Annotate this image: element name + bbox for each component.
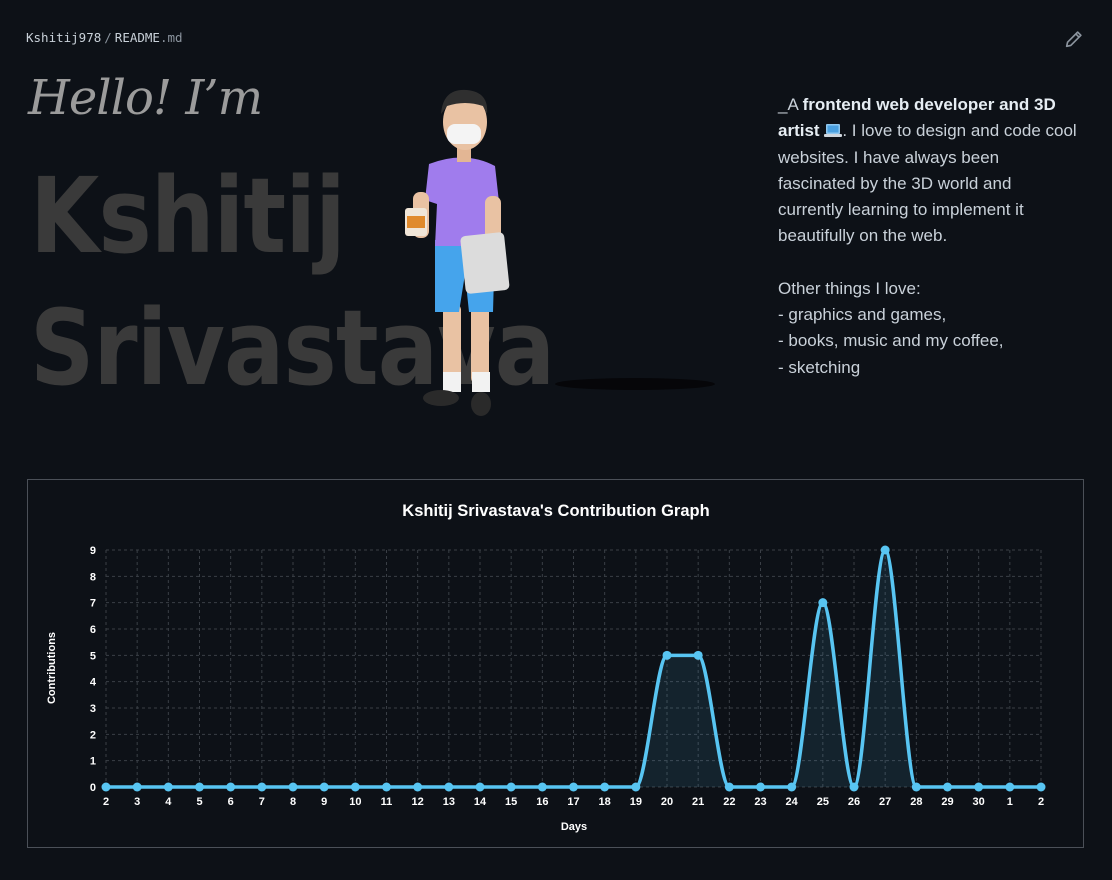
x-tick-label: 17: [567, 796, 579, 808]
data-point[interactable]: [1005, 782, 1015, 792]
data-point[interactable]: [693, 650, 703, 660]
x-tick-label: 27: [879, 796, 891, 808]
x-tick-label: 2: [1038, 796, 1044, 808]
x-tick-label: 2: [103, 796, 109, 808]
x-tick-label: 15: [505, 796, 517, 808]
x-tick-label: 30: [973, 796, 985, 808]
x-tick-label: 3: [134, 796, 140, 808]
bio-prefix: _A: [778, 95, 803, 114]
y-tick-label: 4: [90, 677, 97, 689]
loves-title: Other things I love:: [778, 278, 921, 298]
x-tick-label: 1: [1007, 796, 1013, 808]
pencil-icon[interactable]: [1063, 28, 1085, 50]
data-point[interactable]: [132, 782, 142, 792]
x-tick-label: 5: [196, 796, 202, 808]
x-tick-label: 14: [474, 796, 487, 808]
x-axis-label: Days: [561, 821, 587, 833]
data-point[interactable]: [382, 782, 391, 792]
data-point[interactable]: [537, 782, 547, 792]
data-point[interactable]: [787, 782, 797, 792]
x-tick-label: 21: [692, 796, 704, 808]
x-tick-label: 12: [412, 796, 424, 808]
y-tick-label: 6: [90, 624, 96, 636]
contribution-chart-svg: Kshitij Srivastava's Contribution Graph …: [46, 502, 1046, 833]
x-tick-label: 22: [723, 796, 735, 808]
x-tick-label: 7: [259, 796, 265, 808]
data-point[interactable]: [662, 650, 672, 660]
data-point[interactable]: [506, 782, 516, 792]
x-tick-label: 26: [848, 796, 860, 808]
loves-item: - sketching: [778, 357, 861, 377]
data-point[interactable]: [195, 782, 204, 792]
y-tick-label: 0: [90, 782, 96, 794]
y-tick-label: 8: [90, 571, 96, 583]
breadcrumb-file: README: [114, 30, 160, 45]
data-point[interactable]: [943, 782, 952, 792]
y-tick-label: 2: [90, 729, 96, 741]
data-point[interactable]: [911, 782, 921, 792]
loves-item: - graphics and games,: [778, 305, 947, 325]
data-point[interactable]: [724, 782, 734, 792]
hello-heading: Hello! I’m: [28, 70, 263, 126]
x-tick-label: 18: [599, 796, 611, 808]
bio-description: . I love to design and code cool website…: [778, 121, 1077, 246]
data-point[interactable]: [475, 782, 485, 792]
y-tick-label: 1: [90, 756, 96, 768]
breadcrumb: Kshitij978/README.md: [26, 30, 183, 45]
x-tick-label: 23: [754, 796, 766, 808]
data-point[interactable]: [818, 598, 828, 608]
data-point[interactable]: [569, 782, 578, 792]
loves-item: - books, music and my coffee,: [778, 331, 1004, 351]
x-tick-label: 9: [321, 796, 327, 808]
data-point[interactable]: [350, 782, 360, 792]
x-tick-label: 24: [786, 796, 799, 808]
data-point[interactable]: [756, 782, 765, 792]
contribution-graph: Kshitij Srivastava's Contribution Graph …: [27, 479, 1084, 848]
data-point[interactable]: [163, 782, 173, 792]
x-tick-label: 20: [661, 796, 673, 808]
bio: _A frontend web developer and 3D artist …: [778, 92, 1078, 381]
x-tick-label: 10: [349, 796, 361, 808]
data-point[interactable]: [226, 782, 236, 792]
data-point[interactable]: [631, 782, 641, 792]
x-tick-label: 6: [228, 796, 234, 808]
x-tick-label: 19: [630, 796, 642, 808]
y-axis-label: Contributions: [46, 632, 58, 704]
x-tick-label: 16: [536, 796, 548, 808]
x-tick-label: 13: [443, 796, 455, 808]
x-tick-label: 4: [165, 796, 172, 808]
y-tick-label: 9: [90, 545, 96, 557]
data-point[interactable]: [974, 782, 984, 792]
data-point[interactable]: [444, 782, 454, 792]
x-tick-label: 25: [817, 796, 829, 808]
x-tick-label: 28: [910, 796, 922, 808]
chart-title: Kshitij Srivastava's Contribution Graph: [402, 502, 709, 520]
breadcrumb-file-ext: .md: [159, 30, 183, 45]
y-tick-label: 3: [90, 703, 96, 715]
laptop-icon: [824, 124, 843, 138]
y-tick-label: 5: [90, 650, 96, 662]
breadcrumb-separator: /: [104, 30, 112, 45]
data-point[interactable]: [257, 782, 267, 792]
avatar-3d-character: [405, 89, 715, 416]
breadcrumb-user-link[interactable]: Kshitij978: [26, 30, 101, 45]
data-point[interactable]: [600, 782, 610, 792]
data-point[interactable]: [288, 782, 298, 792]
data-point[interactable]: [101, 782, 111, 792]
x-tick-label: 8: [290, 796, 296, 808]
x-tick-label: 29: [941, 796, 953, 808]
y-tick-label: 7: [90, 598, 96, 610]
data-point[interactable]: [1036, 782, 1046, 792]
x-tick-label: 11: [381, 796, 393, 808]
data-point[interactable]: [849, 782, 859, 792]
data-point[interactable]: [319, 782, 329, 792]
data-point[interactable]: [413, 782, 423, 792]
data-point[interactable]: [880, 545, 890, 555]
